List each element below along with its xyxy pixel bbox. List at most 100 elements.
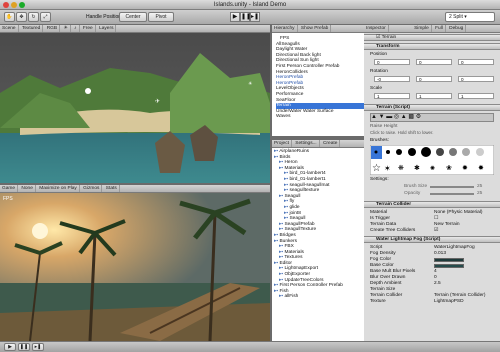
project-item-label: glide (289, 204, 300, 210)
terrain-data-value[interactable]: New Terrain (434, 222, 460, 227)
gizmos-toggle[interactable]: Gizmos (81, 185, 103, 192)
status-bar: ▶ ❚❚ ▸❚ (0, 341, 500, 352)
pause-button[interactable]: ❚❚ (240, 12, 251, 22)
hierarchy-item[interactable]: Waves (276, 114, 364, 120)
opacity-value[interactable]: 25 (477, 191, 482, 196)
texture-label: Texture (370, 299, 386, 304)
project-item-label: Bridges (279, 232, 296, 238)
brushes-label: Brushes: (370, 138, 389, 143)
brush-size-value[interactable]: 25 (477, 184, 482, 189)
blur-over-value[interactable]: 0 (434, 275, 437, 280)
base-mult-value[interactable]: 4 (434, 269, 437, 274)
object-name[interactable]: Terrain (382, 35, 397, 40)
is-trigger-checkbox[interactable]: ☐ (434, 216, 438, 221)
object-name-header: ☑ Terrain (364, 34, 500, 41)
project-toolbar: Project Settings... Create (272, 140, 364, 148)
rotate-tool-icon[interactable]: ↻ (28, 12, 39, 22)
svg-text:✱: ✱ (414, 164, 420, 172)
layers-select[interactable]: Layers (97, 25, 117, 32)
svg-text:✈: ✈ (155, 98, 160, 105)
brush-size-slider[interactable] (430, 186, 474, 188)
step-button[interactable]: ▸❚ (250, 12, 260, 22)
depth-ambient-value[interactable]: 2.5 (434, 281, 441, 286)
tab-inspector[interactable]: Inspector (364, 25, 389, 32)
error-pause-button[interactable]: ❚❚ (18, 343, 30, 351)
free-camera-select[interactable]: Free (81, 25, 96, 32)
inspector-toolbar: Inspector Simple Full Debug (364, 25, 500, 33)
scale-z-field[interactable]: 1 (458, 93, 494, 99)
project-item-label: Seagull (289, 216, 306, 222)
active-checkbox[interactable]: ☑ (376, 35, 380, 40)
tab-project[interactable]: Project (272, 140, 292, 147)
aspect-select[interactable]: None (19, 185, 36, 192)
zoom-window-button[interactable] (19, 2, 25, 8)
texture-value[interactable]: LightmapPSD (434, 299, 464, 304)
position-z-field[interactable]: 0 (458, 59, 494, 65)
clear-console-button[interactable]: ▸❚ (32, 343, 44, 351)
material-value[interactable]: None (Physic Material) (434, 210, 483, 215)
fog-color-swatch[interactable] (434, 258, 464, 262)
main-toolbar: ✋ ✥ ↻ ⤢ Handle Position: Center Pivot ▶ … (0, 10, 500, 25)
position-x-field[interactable]: 0 (374, 59, 410, 65)
project-item-label: Bunkers (279, 238, 298, 244)
simple-mode-button[interactable]: Simple (412, 25, 432, 32)
project-item-label: ObjExporter (284, 272, 311, 278)
scale-y-field[interactable]: 1 (416, 93, 452, 99)
play-button[interactable]: ▶ (230, 12, 240, 22)
position-y-field[interactable]: 0 (416, 59, 452, 65)
rotation-z-field[interactable]: 0 (458, 76, 494, 82)
handle-position-label: Handle Position: (86, 14, 123, 20)
rotation-x-field[interactable]: -0 (374, 76, 410, 82)
close-window-button[interactable] (3, 2, 9, 8)
game-viewport[interactable]: FPS (0, 193, 270, 341)
hand-tool-icon[interactable]: ✋ (4, 12, 15, 22)
fog-density-value[interactable]: 0.013 (434, 251, 446, 256)
opacity-slider[interactable] (430, 193, 474, 195)
terrain-script-header[interactable]: Terrain (Script) (364, 104, 500, 111)
settings-label: Settings: (370, 177, 389, 182)
tab-game[interactable]: Game (0, 185, 19, 192)
terrain-collider-header[interactable]: Terrain Collider (364, 201, 500, 208)
scene-viewport[interactable]: ☀ ✈ (0, 33, 270, 183)
project-item[interactable]: ▸▪ allFish (274, 294, 364, 300)
show-prefab-button[interactable]: Show Prefab (299, 25, 332, 32)
create-tree-colliders-checkbox[interactable]: ☑ (434, 228, 438, 233)
position-label: Position (370, 52, 388, 57)
stats-toggle[interactable]: Stats (104, 185, 120, 192)
scale-x-field[interactable]: 1 (374, 93, 410, 99)
color-mode-select[interactable]: RGB (45, 25, 61, 32)
project-item-label: Textures (284, 255, 303, 261)
scale-tool-icon[interactable]: ⤢ (40, 12, 51, 22)
project-item-label: UpdateTreeColors (284, 277, 324, 283)
render-mode-select[interactable]: Textured (20, 25, 44, 32)
tab-scene[interactable]: Scene (0, 25, 19, 32)
scene-lighting-icon[interactable]: ☀ (61, 25, 71, 32)
create-tree-colliders-label: Create Tree Colliders (370, 228, 416, 233)
scene-audio-icon[interactable]: ♪ (72, 25, 80, 32)
layout-select[interactable]: 2 Split ▾ (445, 12, 495, 22)
maximize-on-play-toggle[interactable]: Maximize on Play (37, 185, 80, 192)
center-toggle[interactable]: Center (119, 12, 147, 22)
svg-text:☆: ☆ (372, 163, 381, 174)
console-toggle-button[interactable]: ▶ (4, 343, 16, 351)
script-value[interactable]: WaterLightmapFog (434, 245, 475, 250)
rotation-y-field[interactable]: 0 (416, 76, 452, 82)
move-tool-icon[interactable]: ✥ (16, 12, 27, 22)
tab-hierarchy[interactable]: Hierarchy (272, 25, 298, 32)
terrain-collider-value[interactable]: Terrain (Terrain Collider) (434, 293, 485, 298)
inspector-panel: Inspector Simple Full Debug ☑ Terrain Tr… (364, 25, 500, 341)
debug-mode-button[interactable]: Debug (447, 25, 467, 32)
project-item-label: Birds (279, 154, 291, 160)
transform-header[interactable]: Transform (364, 43, 500, 50)
create-button[interactable]: Create (321, 140, 341, 147)
minimize-window-button[interactable] (11, 2, 17, 8)
terrain-tools-bar[interactable]: ▲ ▼ ▬ ◎ ▲ ▩ ⚙ (370, 113, 494, 122)
full-mode-button[interactable]: Full (433, 25, 446, 32)
water-script-header[interactable]: Water Lightmap Fog (Script) (364, 236, 500, 243)
brush-palette[interactable]: ☆ ✶ ❋ ✱ ✺ ❀ ✹ ✸ (370, 145, 494, 175)
pivot-toggle[interactable]: Pivot (148, 12, 174, 22)
project-item-label: Seagull (284, 193, 301, 199)
base-color-swatch[interactable] (434, 264, 464, 268)
settings-button[interactable]: Settings... (293, 140, 320, 147)
project-item-label: seagulltexture (289, 188, 320, 194)
